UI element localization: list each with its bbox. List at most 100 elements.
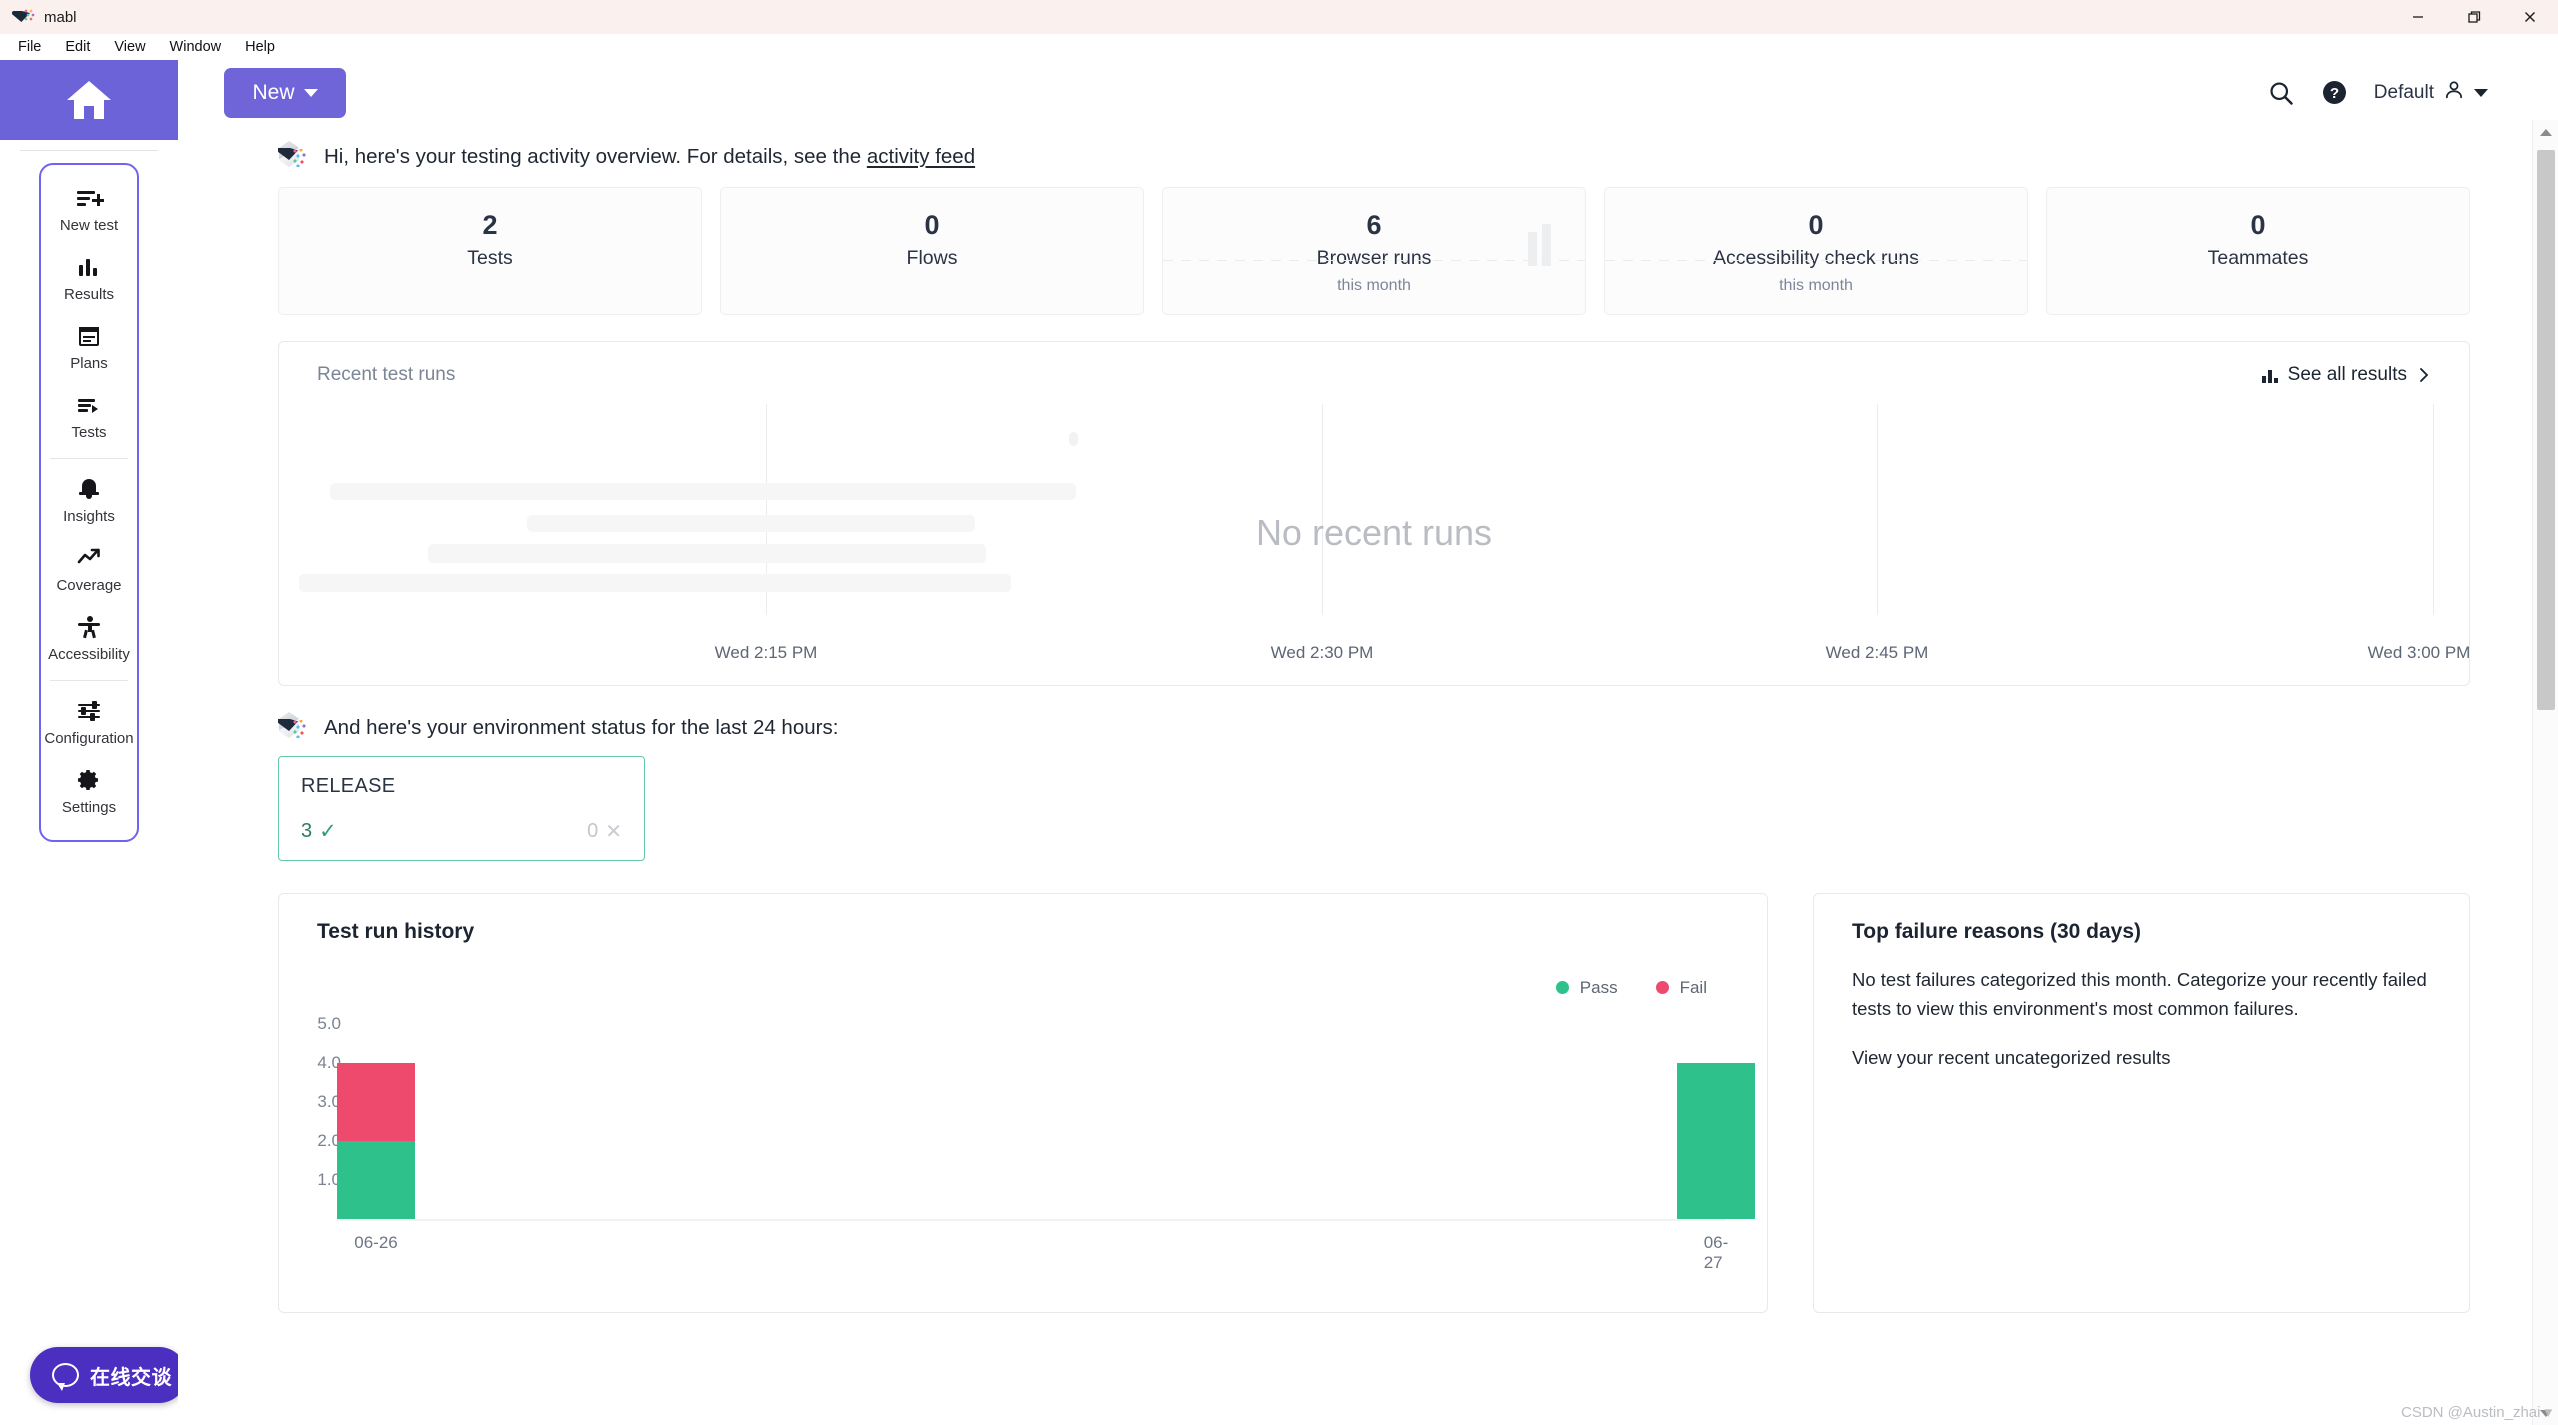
mabl-app-icon: [10, 7, 36, 27]
chart-gridline: [2433, 404, 2434, 615]
sidebar: New test Results Plans Tests Insights Co…: [0, 60, 187, 1425]
help-circle-icon[interactable]: ?: [2321, 79, 2348, 106]
stat-value: 2: [482, 210, 498, 240]
sidebar-item-coverage[interactable]: Coverage: [41, 535, 137, 604]
sidebar-nav-group: New test Results Plans Tests Insights Co…: [39, 163, 139, 842]
stat-label: Tests: [467, 247, 513, 270]
sidebar-item-label: Insights: [63, 508, 115, 525]
chart-legend: Pass Fail: [1555, 978, 1707, 998]
recent-runs-chart: No recent runs Wed 2:15 PM Wed 2:30 PM W…: [279, 404, 2469, 685]
scrollbar-thumb[interactable]: [2537, 150, 2555, 710]
stat-card-flows[interactable]: 0 Flows: [720, 187, 1144, 315]
chart-bar-0627[interactable]: [1677, 1063, 1755, 1219]
stat-value: 0: [1808, 210, 1824, 240]
watermark-text: CSDN @Austin_zhai: [2401, 1403, 2541, 1421]
vertical-scrollbar[interactable]: [2532, 120, 2558, 1425]
menu-view[interactable]: View: [102, 37, 157, 57]
sidebar-item-accessibility[interactable]: Accessibility: [41, 604, 137, 673]
home-icon: [67, 81, 111, 119]
check-icon: ✓: [319, 820, 337, 843]
sidebar-item-settings[interactable]: Settings: [41, 757, 137, 826]
menu-file[interactable]: File: [6, 37, 53, 57]
chart-y-tick: 5.0: [317, 1014, 341, 1033]
greeting-row: Hi, here's your testing activity overvie…: [224, 125, 2470, 187]
sidebar-item-label: Configuration: [44, 730, 134, 747]
user-avatar-icon: [2443, 79, 2465, 106]
close-button[interactable]: [2502, 0, 2558, 34]
uncategorized-results-link[interactable]: View your recent uncategorized results: [1852, 1047, 2429, 1069]
dashboard: Hi, here's your testing activity overvie…: [178, 125, 2532, 1313]
x-icon: ✕: [605, 820, 622, 843]
account-menu[interactable]: Default: [2374, 79, 2488, 106]
menu-help[interactable]: Help: [233, 37, 287, 57]
plans-calendar-icon: [77, 324, 101, 348]
test-run-history-title: Test run history: [317, 920, 475, 943]
recent-runs-title: Recent test runs: [317, 364, 456, 385]
sidebar-item-label: Results: [63, 286, 115, 303]
mabl-logo-icon: [278, 712, 308, 744]
test-run-history-plot: 1.0 2.0 3.0 4.0 5.0 06-26 06-27: [279, 999, 1755, 1312]
stat-card-teammates[interactable]: 0 Teammates: [2046, 187, 2470, 315]
legend-label: Fail: [1679, 978, 1707, 997]
sidebar-divider-2: [50, 680, 128, 681]
accessibility-person-icon: [77, 615, 101, 639]
svg-text:?: ?: [2330, 85, 2339, 102]
chart-baseline: [337, 1219, 1725, 1221]
stat-card-browser-runs[interactable]: 6 Browser runs this month: [1162, 187, 1586, 315]
sidebar-top-divider: [20, 150, 158, 151]
fail-count-value: 0: [587, 820, 599, 842]
sidebar-item-insights[interactable]: Insights: [41, 466, 137, 535]
scroll-up-button[interactable]: [2533, 120, 2558, 144]
environment-card-release[interactable]: RELEASE 3 ✓ 0 ✕: [278, 756, 645, 861]
recent-test-runs-panel: Recent test runs See all results No rece…: [278, 341, 2470, 686]
stat-cards: 2 Tests 0 Flows 6 Browser runs this mont…: [224, 187, 2470, 315]
maximize-restore-button[interactable]: [2446, 0, 2502, 34]
chart-bar-0626[interactable]: [337, 1063, 415, 1219]
coverage-trend-icon: [77, 546, 101, 570]
account-name: Default: [2373, 81, 2434, 103]
settings-gear-icon: [77, 768, 101, 792]
sidebar-divider-1: [50, 458, 128, 459]
environment-status-row: And here's your environment status for t…: [224, 686, 2470, 756]
app-shell: New test Results Plans Tests Insights Co…: [0, 60, 2558, 1425]
sidebar-item-label: Settings: [61, 799, 117, 816]
legend-swatch-pass: [1555, 981, 1569, 994]
stat-card-tests[interactable]: 2 Tests: [278, 187, 702, 315]
live-chat-button[interactable]: 在线交谈: [30, 1347, 187, 1403]
stat-label: Accessibility check runs: [1713, 247, 1919, 270]
stat-dashed-line: [1605, 260, 2027, 261]
minimize-button[interactable]: [2390, 0, 2446, 34]
recent-runs-empty-text: No recent runs: [1255, 512, 1493, 553]
search-icon[interactable]: [2267, 79, 2295, 107]
menu-window[interactable]: Window: [158, 37, 234, 57]
menu-edit[interactable]: Edit: [53, 37, 102, 57]
activity-feed-link[interactable]: activity feed: [867, 145, 975, 168]
sidebar-item-label: Tests: [71, 424, 107, 441]
stat-label: Flows: [906, 247, 958, 270]
top-failure-reasons-card: Top failure reasons (30 days) No test fa…: [1813, 893, 2470, 1313]
sidebar-item-new-test[interactable]: New test: [41, 175, 137, 244]
chevron-down-icon: [2474, 88, 2488, 97]
environment-pass-count: 3 ✓: [301, 820, 337, 843]
menu-bar: File Edit View Window Help: [0, 34, 2558, 60]
insights-bell-icon: [77, 477, 101, 501]
window-controls: [2390, 0, 2558, 34]
sidebar-item-configuration[interactable]: Configuration: [41, 688, 137, 757]
sidebar-item-tests[interactable]: Tests: [41, 382, 137, 451]
sidebar-item-results[interactable]: Results: [41, 244, 137, 313]
stat-mini-bars: [1528, 224, 1551, 266]
sidebar-item-plans[interactable]: Plans: [41, 313, 137, 382]
window-title: mabl: [44, 8, 77, 26]
stat-value: 0: [2250, 210, 2266, 240]
app-top-bar: New ? Default: [178, 60, 2532, 125]
see-all-results-link[interactable]: See all results: [2262, 364, 2431, 386]
live-chat-label: 在线交谈: [90, 1366, 172, 1389]
test-run-history-card: Test run history Pass Fail 1.0 2.0 3.0 4…: [278, 893, 1768, 1313]
mabl-logo-icon: [278, 141, 308, 173]
sidebar-item-home[interactable]: [0, 60, 178, 140]
stat-card-accessibility-check-runs[interactable]: 0 Accessibility check runs this month: [1604, 187, 2028, 315]
main-content: New ? Default Hi, here's your testing ac…: [178, 60, 2532, 1425]
sidebar-item-label: New test: [59, 217, 119, 234]
new-button[interactable]: New: [224, 67, 346, 118]
stat-value: 6: [1366, 210, 1382, 240]
